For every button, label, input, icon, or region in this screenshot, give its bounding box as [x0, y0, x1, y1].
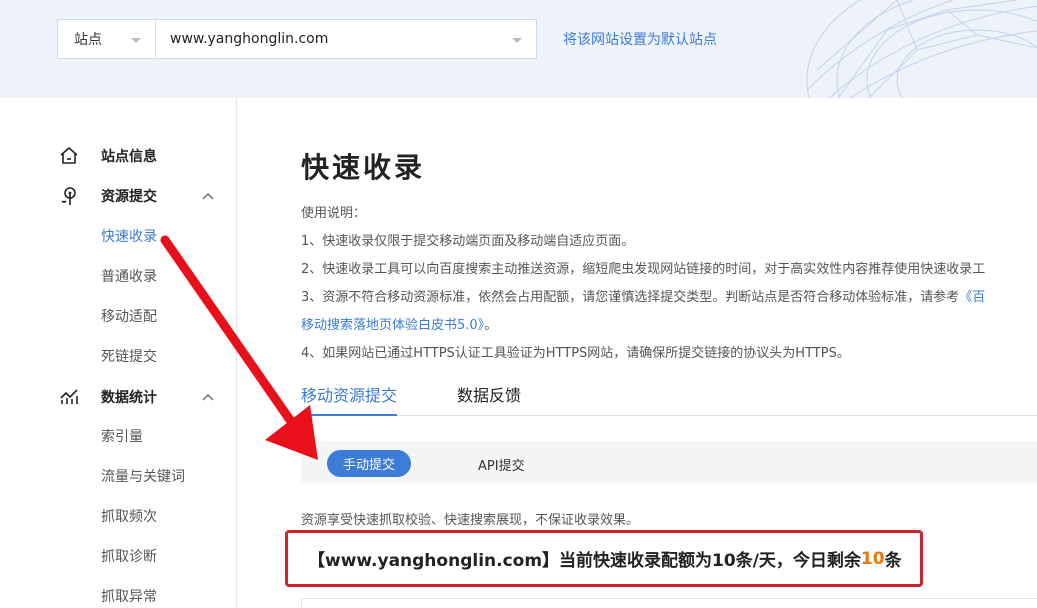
- sidebar-nav: 站点信息 资源提交 快速收录 普通收录 移动适配 死链提交 数据统计 索引量 流…: [0, 98, 237, 608]
- tab-bar: 移动资源提交 数据反馈: [301, 378, 1037, 416]
- quota-unit: 条: [884, 551, 902, 571]
- resource-submit-icon: [61, 187, 76, 205]
- site-url-value: www.yanghonglin.com: [170, 31, 329, 47]
- sidebar-item-mobile-adapt[interactable]: 移动适配: [101, 306, 157, 326]
- whitepaper-link-cont[interactable]: 移动搜索落地页体验白皮书5.0》: [301, 318, 484, 333]
- submit-notice: 资源享受快速抓取校验、快速搜索展现，不保证收录效果。: [301, 513, 640, 528]
- caret-down-icon: [512, 38, 522, 43]
- site-type-dropdown[interactable]: 站点: [58, 20, 156, 58]
- instructions-line-2: 2、快速收录工具可以向百度搜索主动推送资源，缩短爬虫发现网站链接的时间，对于高实…: [301, 262, 986, 277]
- quota-highlight-box: 【www.yanghonglin.com】当前快速收录配额为10条/天，今日剩余…: [285, 530, 923, 587]
- home-icon: [60, 147, 78, 164]
- sidebar-group-data-stats[interactable]: 数据统计: [0, 377, 237, 417]
- sidebar-group-resource-submit[interactable]: 资源提交: [0, 176, 237, 216]
- sidebar-item-crawl-diagnosis[interactable]: 抓取诊断: [101, 546, 157, 566]
- instructions-line-1: 1、快速收录仅限于提交移动端页面及移动端自适应页面。: [301, 234, 635, 249]
- sidebar-item-site-info[interactable]: 站点信息: [0, 136, 237, 176]
- stats-chart-icon: [60, 389, 78, 404]
- submit-method-bar: 手动提交 API提交: [301, 441, 1037, 483]
- sidebar-item-dead-link[interactable]: 死链提交: [101, 346, 157, 366]
- sidebar-group-label: 资源提交: [101, 189, 157, 205]
- globe-network-decoration: [806, 0, 1037, 98]
- sidebar-group-label: 数据统计: [101, 390, 157, 406]
- sidebar-item-index-count[interactable]: 索引量: [101, 426, 143, 446]
- instructions-heading: 使用说明：: [301, 206, 367, 221]
- page-title: 快速收录: [301, 151, 426, 184]
- chevron-up-icon[interactable]: [202, 391, 214, 403]
- sidebar-item-normal-index[interactable]: 普通收录: [101, 266, 157, 286]
- sidebar-item-quick-index[interactable]: 快速收录: [101, 226, 157, 246]
- tab-data-feedback[interactable]: 数据反馈: [457, 382, 521, 416]
- tab-mobile-resource-submit[interactable]: 移动资源提交: [301, 382, 398, 416]
- instructions-line-3-end: 。: [484, 318, 498, 333]
- sidebar-item-crawl-errors[interactable]: 抓取异常: [101, 586, 157, 606]
- quota-remaining-count: 10: [860, 548, 885, 569]
- site-header-band: 站点 www.yanghonglin.com 将该网站设置为默认站点: [0, 0, 1037, 98]
- instructions-line-3: 3、资源不符合移动资源标准，依然会占用配额，请您谨慎选择提交类型。判断站点是否符…: [301, 286, 985, 305]
- chevron-up-icon[interactable]: [202, 190, 214, 202]
- manual-submit-tab[interactable]: 手动提交: [327, 450, 411, 477]
- instructions-line-3-cont: 移动搜索落地页体验白皮书5.0》。: [301, 314, 497, 333]
- site-selector: 站点 www.yanghonglin.com: [57, 19, 537, 59]
- site-type-label: 站点: [74, 32, 102, 48]
- api-submit-tab[interactable]: API提交: [478, 455, 525, 474]
- sidebar-group-label: 站点信息: [101, 149, 157, 165]
- site-url-dropdown[interactable]: www.yanghonglin.com: [156, 20, 536, 58]
- url-input-area[interactable]: [301, 598, 1037, 608]
- whitepaper-link[interactable]: 《百: [959, 290, 985, 305]
- sidebar-item-traffic-keywords[interactable]: 流量与关键词: [101, 466, 185, 486]
- instructions-line-3-text: 3、资源不符合移动资源标准，依然会占用配额，请您谨慎选择提交类型。判断站点是否符…: [301, 290, 960, 305]
- sidebar-item-crawl-frequency[interactable]: 抓取频次: [101, 506, 157, 526]
- set-default-site-link[interactable]: 将该网站设置为默认站点: [563, 29, 717, 49]
- instructions-line-4: 4、如果网站已通过HTTPS认证工具验证为HTTPS网站，请确保所提交链接的协议…: [301, 346, 850, 361]
- caret-down-icon: [131, 38, 141, 43]
- quota-text: 【www.yanghonglin.com】当前快速收录配额为10条/天，今日剩余: [308, 551, 861, 571]
